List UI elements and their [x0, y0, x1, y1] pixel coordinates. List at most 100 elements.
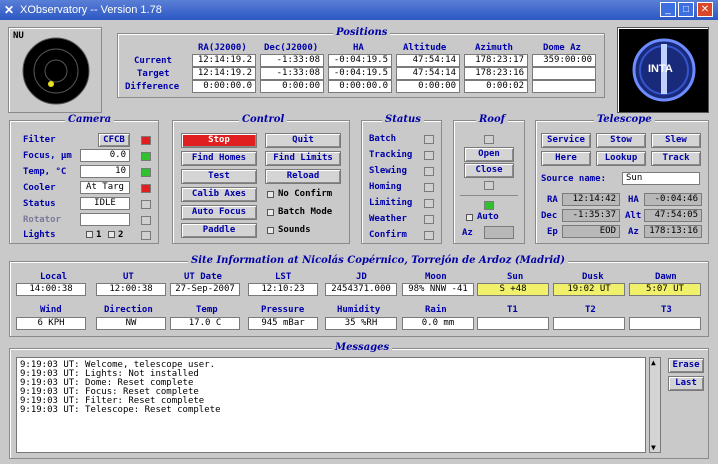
- no-confirm-label: No Confirm: [278, 189, 333, 199]
- roof-az-field: [484, 226, 514, 239]
- site-humidity-field: 35 %RH: [325, 317, 397, 330]
- paddle-button[interactable]: Paddle: [181, 223, 257, 238]
- rotator-label: Rotator: [23, 215, 61, 225]
- minimize-button[interactable]: _: [660, 2, 676, 17]
- current-dome-az: 359:00:00: [532, 54, 596, 67]
- close-button[interactable]: ✕: [697, 2, 713, 17]
- sounds-label: Sounds: [278, 225, 311, 235]
- roof-open-button[interactable]: Open: [464, 147, 514, 162]
- positions-panel: Positions RA(J2000) Dec(J2000) HA Altitu…: [117, 27, 605, 98]
- rotator-input[interactable]: [80, 213, 130, 226]
- site-label-direction: Direction: [104, 305, 153, 315]
- last-button[interactable]: Last: [668, 376, 704, 391]
- status-homing-indicator: [424, 183, 434, 192]
- site-local-field: 14:00:38: [16, 283, 86, 296]
- stow-button[interactable]: Stow: [596, 133, 646, 148]
- status-slewing-indicator: [424, 167, 434, 176]
- light1-checkbox[interactable]: [86, 231, 93, 238]
- roof-close-button[interactable]: Close: [464, 163, 514, 178]
- filter-indicator: [141, 136, 151, 145]
- camera-panel: Camera Filter CFCB Focus, µm 0.0 Temp, °…: [9, 114, 159, 244]
- calib-axes-button[interactable]: Calib Axes: [181, 187, 257, 202]
- site-direction-field: NW: [96, 317, 166, 330]
- site-label-local: Local: [40, 272, 68, 282]
- diff-azimuth: 0:00:02: [464, 80, 528, 93]
- tel-dec-label: Dec: [541, 211, 558, 221]
- window-title: XObservatory -- Version 1.78: [20, 4, 162, 16]
- find-homes-button[interactable]: Find Homes: [181, 151, 257, 166]
- site-ut-date-field: 27-Sep-2007: [170, 283, 240, 296]
- no-confirm-checkbox[interactable]: [267, 191, 274, 198]
- find-limits-button[interactable]: Find Limits: [265, 151, 341, 166]
- header-dec: Dec(J2000): [264, 43, 319, 53]
- focus-label: Focus, µm: [23, 151, 72, 161]
- header-altitude: Altitude: [403, 43, 447, 53]
- roof-auto-checkbox[interactable]: [466, 214, 473, 221]
- erase-button[interactable]: Erase: [668, 358, 704, 373]
- tel-ep-label: Ep: [547, 227, 558, 237]
- target-azimuth: 178:23:16: [464, 67, 528, 80]
- row-label-current: Current: [134, 56, 172, 66]
- messages-log[interactable]: 9:19:03 UT: Welcome, telescope user. 9:1…: [16, 357, 646, 453]
- status-title: Status: [382, 114, 424, 125]
- temp-indicator: [141, 168, 151, 177]
- site-wind-field: 6 KPH: [16, 317, 86, 330]
- site-sun-field: S +48: [477, 283, 549, 296]
- track-button[interactable]: Track: [651, 151, 701, 166]
- tel-az-label: Az: [628, 227, 639, 237]
- light2-checkbox[interactable]: [108, 231, 115, 238]
- cooler-indicator: [141, 184, 151, 193]
- site-rain-field: 0.0 mm: [402, 317, 474, 330]
- quit-button[interactable]: Quit: [265, 133, 341, 148]
- row-label-target: Target: [137, 69, 170, 79]
- tel-az-field: 178:13:16: [644, 225, 702, 238]
- tel-ep-field: EOD: [562, 225, 620, 238]
- maximize-button[interactable]: □: [678, 2, 694, 17]
- roof-divider: [460, 195, 518, 196]
- inta-logo-panel: INTA: [617, 27, 709, 113]
- roof-auto-label: Auto: [477, 212, 499, 222]
- test-button[interactable]: Test: [181, 169, 257, 184]
- lookup-button[interactable]: Lookup: [596, 151, 646, 166]
- site-label-humidity: Humidity: [337, 305, 381, 315]
- temp-input[interactable]: 10: [80, 165, 130, 178]
- scroll-up-icon[interactable]: ▲: [651, 358, 656, 367]
- rotator-indicator: [141, 216, 151, 225]
- stop-button[interactable]: Stop: [181, 133, 257, 148]
- auto-focus-button[interactable]: Auto Focus: [181, 205, 257, 220]
- site-label-sun: Sun: [507, 272, 524, 282]
- site-label-rain: Rain: [425, 305, 447, 315]
- service-button[interactable]: Service: [541, 133, 591, 148]
- roof-top-indicator: [484, 135, 494, 144]
- header-dome-az: Dome Az: [543, 43, 581, 53]
- current-altitude: 47:54:14: [396, 54, 460, 67]
- here-button[interactable]: Here: [541, 151, 591, 166]
- control-panel: Control Stop Quit Find Homes Find Limits…: [172, 114, 350, 244]
- focus-input[interactable]: 0.0: [80, 149, 130, 162]
- status-limiting-indicator: [424, 199, 434, 208]
- site-label-wind: Wind: [40, 305, 62, 315]
- scroll-down-icon[interactable]: ▼: [651, 443, 656, 452]
- diff-ra: 0:00:00.0: [192, 80, 256, 93]
- title-bar: ✕ XObservatory -- Version 1.78 _ □ ✕: [0, 0, 718, 20]
- messages-title: Messages: [332, 342, 393, 353]
- roof-title: Roof: [476, 114, 508, 125]
- reload-button[interactable]: Reload: [265, 169, 341, 184]
- current-azimuth: 178:23:17: [464, 54, 528, 67]
- x-logo-icon: ✕: [4, 3, 15, 17]
- tel-dec-field: -1:35:37: [562, 209, 620, 222]
- messages-scrollbar[interactable]: ▲ ▼: [649, 357, 661, 453]
- status-confirm: Confirm: [369, 230, 407, 240]
- diff-altitude: 0:00:00: [396, 80, 460, 93]
- roof-az-label: Az: [462, 228, 473, 238]
- site-info-panel: Site Information at Nicolás Copérnico, T…: [9, 255, 709, 337]
- lights-indicator: [141, 231, 151, 240]
- target-dec: -1:33:08: [260, 67, 324, 80]
- current-dec: -1:33:08: [260, 54, 324, 67]
- sounds-checkbox[interactable]: [267, 227, 274, 234]
- filter-select[interactable]: CFCB: [98, 133, 130, 147]
- source-name-input[interactable]: Sun: [622, 172, 700, 185]
- diff-dome-az: [532, 80, 596, 93]
- slew-button[interactable]: Slew: [651, 133, 701, 148]
- batch-mode-checkbox[interactable]: [267, 209, 274, 216]
